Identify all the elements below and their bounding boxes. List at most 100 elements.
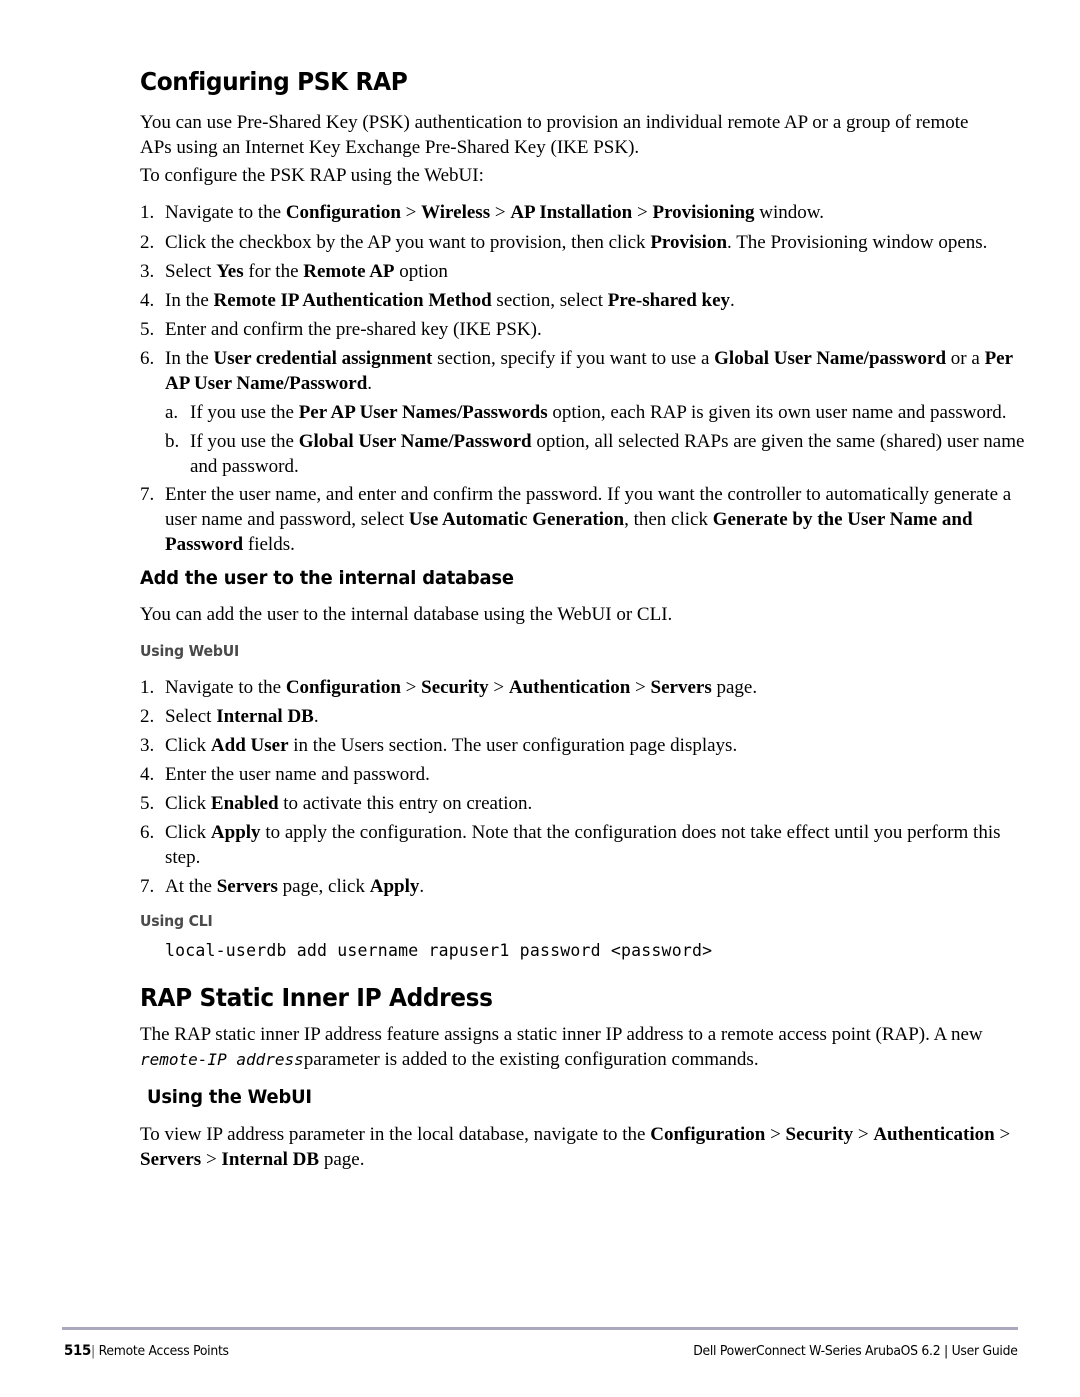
- text-fragment: .: [367, 373, 373, 394]
- text-fragment: section, specify if you want to use a: [432, 348, 715, 369]
- text-bold: AP Installation: [510, 202, 633, 223]
- list-marker: 4.: [140, 764, 155, 785]
- text-fragment: . The Provisioning window opens.: [727, 232, 988, 253]
- list-item: 2. Select Internal DB.: [140, 704, 1032, 729]
- step-text: Select Yes for the Remote AP option: [165, 261, 448, 282]
- footer-separator: |: [91, 1343, 95, 1359]
- text-bold: Configuration: [650, 1124, 766, 1145]
- step-text: In the User credential assignment sectio…: [165, 348, 1013, 394]
- text-bold: Use Automatic Generation: [408, 509, 625, 530]
- text-fragment: >: [201, 1149, 222, 1170]
- text-fragment: Click the checkbox by the AP you want to…: [165, 232, 651, 253]
- text-bold: Security: [785, 1124, 854, 1145]
- paragraph-psk-intro: You can use Pre-Shared Key (PSK) authent…: [140, 112, 969, 158]
- text-fragment: for the: [243, 261, 304, 282]
- text-bold: Configuration: [285, 677, 401, 698]
- cli-command: local-userdb add username rapuser1 passw…: [165, 941, 713, 960]
- text-fragment: to activate this entry on creation.: [278, 793, 533, 814]
- text-fragment: page.: [711, 677, 758, 698]
- list-marker: 6.: [140, 822, 155, 843]
- text-fragment: page, click: [277, 876, 370, 897]
- text-fragment: , then click: [624, 509, 713, 530]
- subheading-using-the-webui: Using the WebUI: [147, 1086, 312, 1108]
- footer-section-name: Remote Access Points: [98, 1343, 229, 1359]
- text-bold: Servers: [650, 677, 712, 698]
- list-item: 7. Enter the user name, and enter and co…: [140, 482, 1020, 557]
- text-fragment: .: [730, 290, 735, 311]
- text-bold: Provisioning: [652, 202, 755, 223]
- text-fragment: >: [853, 1124, 874, 1145]
- list-item: 3. Select Yes for the Remote AP option: [140, 259, 1032, 284]
- list-marker: 1.: [140, 677, 155, 698]
- text-bold: Authentication: [873, 1124, 995, 1145]
- text-bold: Internal DB: [221, 1149, 320, 1170]
- list-item: 5. Click Enabled to activate this entry …: [140, 791, 1032, 816]
- text-bold: Global User Name/password: [714, 348, 947, 369]
- text-fragment: .: [313, 706, 319, 727]
- text-bold: Per AP User Names/Passwords: [298, 402, 548, 423]
- subheading-using-webui: Using WebUI: [140, 642, 240, 660]
- list-item: 3. Click Add User in the Users section. …: [140, 733, 1032, 758]
- text-fragment: window.: [754, 202, 825, 223]
- text-fragment: In the: [165, 348, 214, 369]
- heading-add-user-internal-database: Add the user to the internal database: [140, 567, 514, 589]
- text-bold: Servers: [216, 876, 278, 897]
- step-text: Select Internal DB.: [165, 706, 319, 727]
- text-fragment: .: [419, 876, 425, 897]
- step-text: If you use the Global User Name/Password…: [190, 431, 1024, 477]
- text-fragment: Select: [165, 706, 217, 727]
- text-fragment: >: [632, 202, 653, 223]
- text-bold: Servers: [140, 1149, 202, 1170]
- text-bold: Configuration: [285, 202, 401, 223]
- list-item: 4. In the Remote IP Authentication Metho…: [140, 288, 1032, 313]
- text-fragment: To view IP address parameter in the loca…: [140, 1124, 651, 1145]
- paragraph-rap-static-closing: To view IP address parameter in the loca…: [140, 1122, 1024, 1172]
- list-marker: 4.: [140, 290, 155, 311]
- text-fragment: to apply the configuration. Note that th…: [165, 822, 1001, 868]
- text-fragment: If you use the: [190, 402, 299, 423]
- text-fragment: >: [400, 677, 422, 698]
- text-fragment: option, each RAP is given its own user n…: [547, 402, 1007, 423]
- text-fragment: >: [400, 202, 422, 223]
- text-bold: Apply: [210, 822, 261, 843]
- heading-rap-static-inner-ip-address: RAP Static Inner IP Address: [140, 983, 493, 1012]
- list-item: 6. In the User credential assignment sec…: [140, 346, 1032, 396]
- list-marker: 5.: [140, 319, 155, 340]
- text-fragment: If you use the: [190, 431, 299, 452]
- text-bold: Enabled: [210, 793, 279, 814]
- text-fragment: in the Users section. The user configura…: [288, 735, 738, 756]
- footer-divider: [62, 1327, 1018, 1330]
- text-bold: Wireless: [421, 202, 491, 223]
- list-marker: 2.: [140, 706, 155, 727]
- list-marker: 7.: [140, 484, 155, 505]
- text-fragment: In the: [165, 290, 214, 311]
- text-monospace-param: remote-IP address: [140, 1050, 304, 1069]
- text-bold: Authentication: [508, 677, 631, 698]
- step-text: Click Add User in the Users section. The…: [165, 735, 737, 756]
- step-text: Enter the user name, and enter and confi…: [165, 484, 1011, 555]
- text-fragment: >: [630, 677, 651, 698]
- text-fragment: Click: [165, 822, 211, 843]
- list-marker: a.: [165, 402, 179, 423]
- list-item: 6. Click Apply to apply the configuratio…: [140, 820, 1020, 870]
- list-item: 1. Navigate to the Configuration > Wirel…: [140, 200, 1032, 225]
- list-item: b. If you use the Global User Name/Passw…: [140, 429, 1032, 479]
- step-text: At the Servers page, click Apply.: [165, 876, 424, 897]
- page-number: 515: [64, 1343, 92, 1359]
- text-fragment: or a: [946, 348, 985, 369]
- text-fragment: fields.: [243, 534, 295, 555]
- footer-left: 515| Remote Access Points: [64, 1343, 229, 1359]
- text-bold: Provision: [650, 232, 728, 253]
- cli-code-block: local-userdb add username rapuser1 passw…: [165, 941, 712, 961]
- paragraph-psk-leadin: To configure the PSK RAP using the WebUI…: [140, 165, 484, 186]
- footer-guide-title: Dell PowerConnect W-Series ArubaOS 6.2 |…: [693, 1343, 1019, 1359]
- text-fragment: Navigate to the: [165, 202, 286, 223]
- paragraph-rap-static-intro: The RAP static inner IP address feature …: [140, 1022, 1012, 1072]
- step-text: Enter and confirm the pre-shared key (IK…: [165, 319, 542, 340]
- step-text: Enter the user name and password.: [165, 764, 430, 785]
- text-fragment: >: [488, 677, 509, 698]
- text-fragment: The RAP static inner IP address feature …: [140, 1024, 983, 1045]
- text-fragment: >: [490, 202, 511, 223]
- text-bold: Pre-shared key: [607, 290, 731, 311]
- step-text: If you use the Per AP User Names/Passwor…: [190, 402, 1007, 423]
